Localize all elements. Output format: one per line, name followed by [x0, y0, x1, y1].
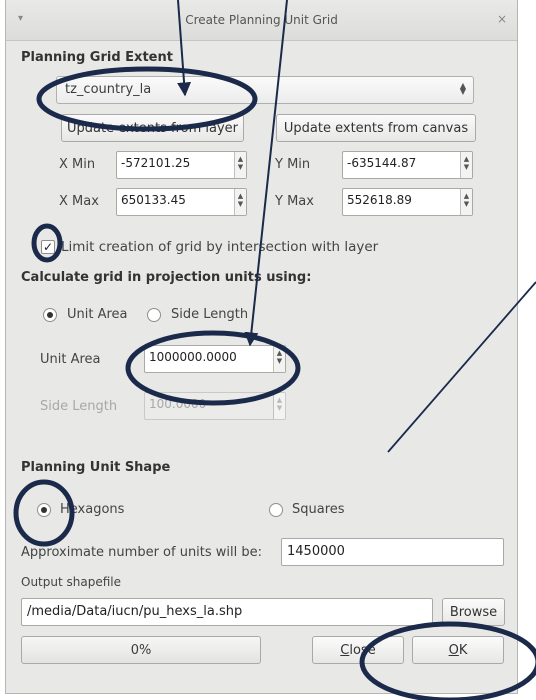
xmax-label: X Max	[59, 194, 99, 209]
output-shapefile-path: /media/Data/iucn/pu_hexs_la.shp	[27, 604, 243, 619]
ymax-label: Y Max	[275, 194, 314, 209]
side-length-label: Side Length	[40, 399, 118, 414]
unit-area-spinbox[interactable]: 1000000.0000 ▲ ▼	[144, 345, 286, 373]
shape-section-title: Planning Unit Shape	[21, 460, 171, 475]
create-planning-unit-grid-dialog: ▾ Create Planning Unit Grid × Planning G…	[5, 0, 518, 694]
side-length-value: 100.0000	[149, 397, 207, 411]
progress-text: 0%	[130, 643, 152, 658]
spin-arrows-icon[interactable]: ▲ ▼	[460, 152, 472, 178]
xmin-value: -572101.25	[121, 156, 191, 170]
unit-area-label: Unit Area	[40, 352, 101, 367]
spin-arrows-icon[interactable]: ▲ ▼	[273, 346, 285, 372]
approx-units-label: Approximate number of units will be:	[21, 545, 263, 560]
close-button[interactable]: Close	[312, 636, 404, 664]
ymin-spinbox[interactable]: -635144.87 ▲ ▼	[342, 151, 473, 179]
xmin-label: X Min	[59, 157, 96, 172]
progress-bar: 0%	[21, 636, 261, 664]
update-extents-canvas-button[interactable]: Update extents from canvas	[276, 114, 476, 142]
ymin-label: Y Min	[275, 157, 311, 172]
approx-units-value: 1450000	[287, 544, 345, 559]
title-bar: ▾ Create Planning Unit Grid ×	[6, 0, 517, 41]
side-length-radio-label: Side Length	[171, 307, 249, 322]
limit-grid-checkbox[interactable]: ✓	[41, 240, 55, 254]
updown-arrows-icon: ▲ ▼	[459, 81, 466, 96]
unit-area-radio-label: Unit Area	[67, 307, 128, 322]
squares-label: Squares	[292, 502, 345, 517]
unit-area-value: 1000000.0000	[149, 350, 237, 364]
ok-button[interactable]: OK	[412, 636, 504, 664]
ok-mnemonic: O	[448, 643, 459, 658]
spin-arrows-icon[interactable]: ▲ ▼	[460, 189, 472, 215]
layer-select[interactable]: tz_country_la ▲ ▼	[56, 76, 474, 104]
output-shapefile-field[interactable]: /media/Data/iucn/pu_hexs_la.shp	[21, 598, 433, 626]
squares-radio[interactable]	[269, 503, 283, 517]
browse-button[interactable]: Browse	[442, 598, 505, 626]
close-icon[interactable]: ×	[497, 12, 507, 26]
ok-button-label: K	[458, 643, 468, 658]
unit-area-radio[interactable]	[43, 308, 57, 322]
hexagons-radio[interactable]	[37, 503, 51, 517]
output-shapefile-label: Output shapefile	[21, 575, 121, 589]
side-length-radio[interactable]	[147, 308, 161, 322]
close-mnemonic: C	[340, 643, 350, 658]
side-length-spinbox[interactable]: 100.0000 ▲ ▼	[144, 392, 286, 420]
ymax-spinbox[interactable]: 552618.89 ▲ ▼	[342, 188, 473, 216]
close-button-label: lose	[349, 643, 376, 658]
xmin-spinbox[interactable]: -572101.25 ▲ ▼	[116, 151, 247, 179]
xmax-spinbox[interactable]: 650133.45 ▲ ▼	[116, 188, 247, 216]
ymax-value: 552618.89	[347, 193, 412, 207]
window-title: Create Planning Unit Grid	[185, 13, 338, 27]
hexagons-label: Hexagons	[60, 502, 125, 517]
ymin-value: -635144.87	[347, 156, 417, 170]
calc-section-title: Calculate grid in projection units using…	[21, 270, 312, 285]
limit-grid-label: Limit creation of grid by intersection w…	[61, 239, 379, 255]
spin-arrows-icon[interactable]: ▲ ▼	[234, 152, 246, 178]
update-extents-layer-button[interactable]: Update extents from layer	[61, 114, 244, 142]
spin-arrows-icon[interactable]: ▲ ▼	[273, 393, 285, 419]
layer-select-value: tz_country_la	[65, 82, 152, 97]
extent-section-title: Planning Grid Extent	[21, 50, 173, 65]
approx-units-field[interactable]: 1450000	[281, 538, 504, 566]
xmax-value: 650133.45	[121, 193, 186, 207]
spin-arrows-icon[interactable]: ▲ ▼	[234, 189, 246, 215]
